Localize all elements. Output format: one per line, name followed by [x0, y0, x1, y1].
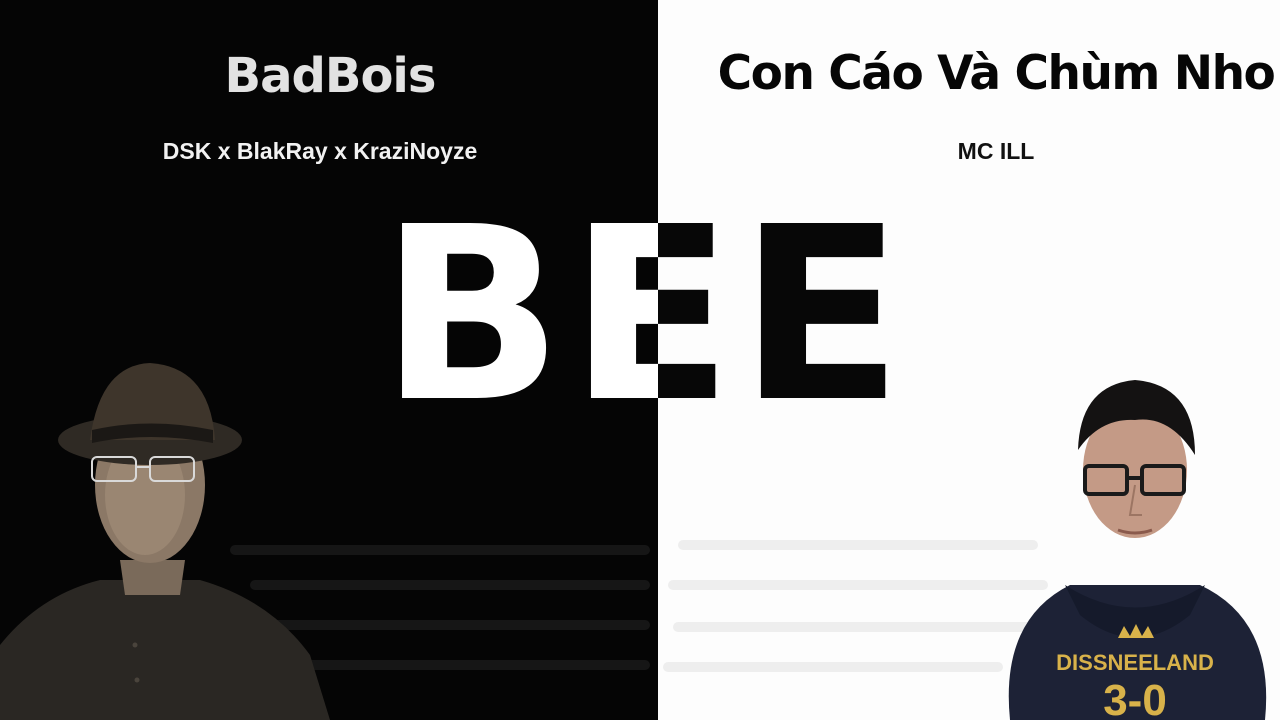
faded-lyrics-line	[663, 662, 1003, 672]
shirt-text: DISSNEELAND	[1056, 650, 1214, 675]
left-group-title: BadBois	[224, 48, 437, 104]
faded-lyrics-line	[290, 660, 650, 670]
faded-lyrics-line	[673, 622, 1043, 632]
right-artist-subtitle: MC ILL	[957, 138, 1035, 164]
left-artist-photo	[0, 363, 330, 720]
left-artists-subtitle: DSK x BlakRay x KraziNoyze	[162, 138, 478, 164]
faded-lyrics-line	[678, 540, 1038, 550]
right-artist-photo: DISSNEELAND 3-0	[1008, 380, 1267, 720]
right-song-title: Con Cáo Và Chùm Nho	[717, 46, 1276, 101]
shirt-score: 3-0	[1103, 676, 1167, 720]
